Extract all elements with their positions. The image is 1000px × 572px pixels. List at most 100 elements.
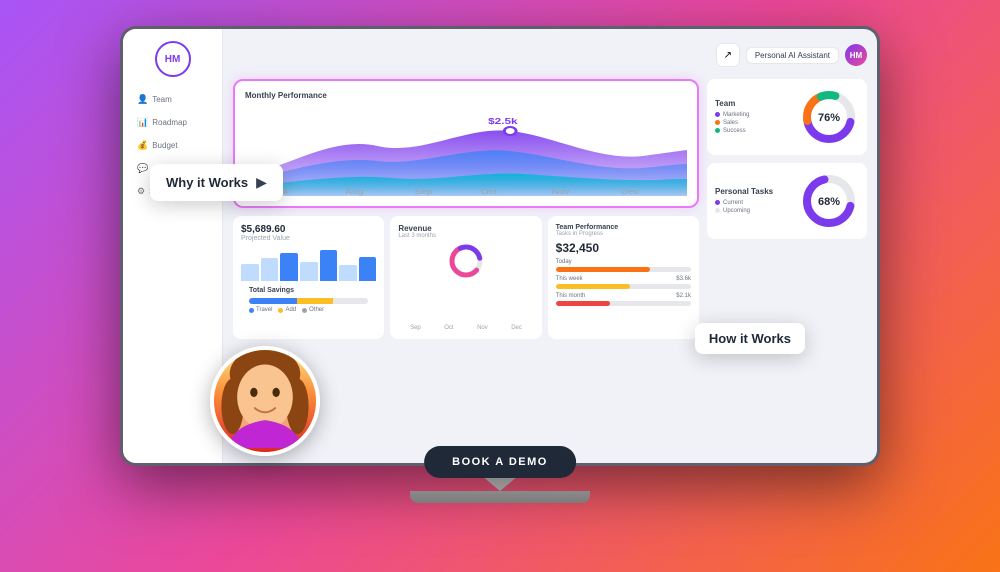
month-fill — [556, 301, 610, 306]
revenue-bars — [398, 283, 533, 323]
person-illustration — [214, 346, 316, 452]
total-savings-title: Total Savings — [249, 287, 368, 294]
week-label: This week — [556, 276, 583, 282]
other-dot — [302, 308, 307, 313]
other-bar — [333, 298, 369, 304]
svg-text:76%: 76% — [818, 112, 840, 124]
revenue-donut-wrap — [398, 243, 533, 279]
legend-upcoming: Upcoming — [715, 208, 791, 214]
person-avatar-inner — [214, 350, 316, 452]
bar-2 — [261, 258, 279, 281]
success-dot — [715, 128, 720, 133]
progress-month: This month $2.1k — [556, 293, 691, 306]
team-perf-title: Team Performance — [556, 224, 691, 231]
svg-text:$2.5k: $2.5k — [488, 118, 518, 127]
sidebar-budget-label: Budget — [152, 141, 177, 150]
month-label: This month — [556, 293, 586, 299]
personal-tasks-card: Personal Tasks Current Upcoming — [707, 163, 867, 239]
add-dot — [278, 308, 283, 313]
personal-legend: Current Upcoming — [715, 200, 791, 214]
legend-other: Other — [302, 307, 324, 313]
bar-1 — [241, 264, 259, 282]
personal-donut-chart: 68% — [799, 171, 859, 231]
sidebar-item-budget[interactable]: 💰 Budget — [131, 135, 214, 156]
legend-add: Add — [278, 307, 296, 313]
sidebar-item-roadmap[interactable]: 📊 Roadmap — [131, 112, 214, 133]
upcoming-label: Upcoming — [723, 208, 750, 214]
team-perf-total: $32,450 — [556, 241, 691, 255]
legend-marketing: Marketing — [715, 112, 791, 118]
sidebar-item-team[interactable]: 👤 Team — [131, 89, 214, 110]
week-fill — [556, 284, 630, 289]
today-fill — [556, 267, 651, 272]
marketing-dot — [715, 112, 720, 117]
performance-chart-svg: Jul Aug Sep Oct Nov Dec $2.5k — [245, 106, 687, 196]
travel-bar — [249, 298, 297, 304]
bar-6 — [339, 265, 357, 281]
month-header: This month $2.1k — [556, 293, 691, 301]
sales-dot — [715, 120, 720, 125]
projected-bar-chart — [241, 246, 376, 281]
legend-success: Success — [715, 128, 791, 134]
progress-week: This week $3.6k — [556, 276, 691, 289]
settings-icon: ⚙ — [137, 186, 145, 197]
revenue-title: Revenue — [398, 224, 533, 233]
revenue-subtitle: Last 3 months — [398, 233, 533, 239]
add-bar — [297, 298, 333, 304]
total-savings-card: Total Savings Travel — [241, 281, 376, 319]
rev-label-nov: Nov — [477, 325, 488, 331]
personal-title: Personal Tasks — [715, 187, 791, 196]
month-amount: $2.1k — [676, 293, 691, 299]
svg-text:Nov: Nov — [551, 188, 570, 196]
metrics-row: $5,689.60 Projected Value — [233, 216, 699, 339]
legend-current: Current — [715, 200, 791, 206]
cursor-icon: ▶ — [256, 174, 267, 191]
communications-icon: 💬 — [137, 163, 148, 174]
monitor-base — [410, 491, 590, 503]
content-grid: Monthly Performance — [233, 79, 867, 453]
sales-label: Sales — [723, 120, 738, 126]
projected-label: Projected Value — [241, 235, 376, 242]
share-button[interactable]: ↗ — [716, 43, 740, 67]
success-label: Success — [723, 128, 746, 134]
sidebar: HM 👤 Team 📊 Roadmap 💰 Budget — [123, 29, 223, 463]
header-bar: ↗ Personal AI Assistant HM — [233, 39, 867, 71]
rev-label-dec: Dec — [511, 325, 522, 331]
person-avatar — [210, 346, 320, 456]
team-performance-card: Team Performance Tasks in Progress $32,4… — [548, 216, 699, 339]
rev-label-sep: Sep — [410, 325, 421, 331]
savings-legend: Travel Add Other — [249, 307, 368, 313]
current-dot — [715, 200, 720, 205]
bar-3 — [280, 253, 298, 281]
month-bar — [556, 301, 691, 306]
why-it-works-tooltip: Why it Works ▶ — [150, 164, 283, 201]
bar-7 — [359, 257, 377, 282]
bar-5 — [320, 250, 338, 282]
book-demo-button[interactable]: BOOK A DEMO — [424, 446, 576, 478]
today-bar — [556, 267, 691, 272]
team-info: Team Marketing Sales — [715, 99, 791, 136]
team-legend: Marketing Sales Success — [715, 112, 791, 134]
rev-labels: Sep Oct Nov Dec — [398, 325, 533, 331]
team-donut-chart: 76% — [799, 87, 859, 147]
team-card: Team Marketing Sales — [707, 79, 867, 155]
sidebar-roadmap-label: Roadmap — [152, 118, 187, 127]
how-it-works-tooltip: How it Works — [695, 323, 805, 354]
monthly-performance-title: Monthly Performance — [245, 91, 687, 100]
main-content: ↗ Personal AI Assistant HM Monthly Perfo… — [223, 29, 877, 463]
how-it-works-label: How it Works — [709, 331, 791, 346]
progress-today: Today — [556, 259, 691, 272]
today-label: Today — [556, 259, 691, 265]
personal-info: Personal Tasks Current Upcoming — [715, 187, 791, 216]
ai-assistant-button[interactable]: Personal AI Assistant — [746, 47, 839, 64]
share-icon: ↗ — [724, 50, 732, 61]
team-icon: 👤 — [137, 94, 148, 105]
team-perf-subtitle: Tasks in Progress — [556, 231, 691, 237]
revenue-donut — [448, 243, 484, 279]
svg-text:Aug: Aug — [345, 188, 363, 196]
travel-dot — [249, 308, 254, 313]
sidebar-logo: HM — [155, 41, 191, 77]
legend-sales: Sales — [715, 120, 791, 126]
bar-4 — [300, 262, 318, 281]
roadmap-icon: 📊 — [137, 117, 148, 128]
